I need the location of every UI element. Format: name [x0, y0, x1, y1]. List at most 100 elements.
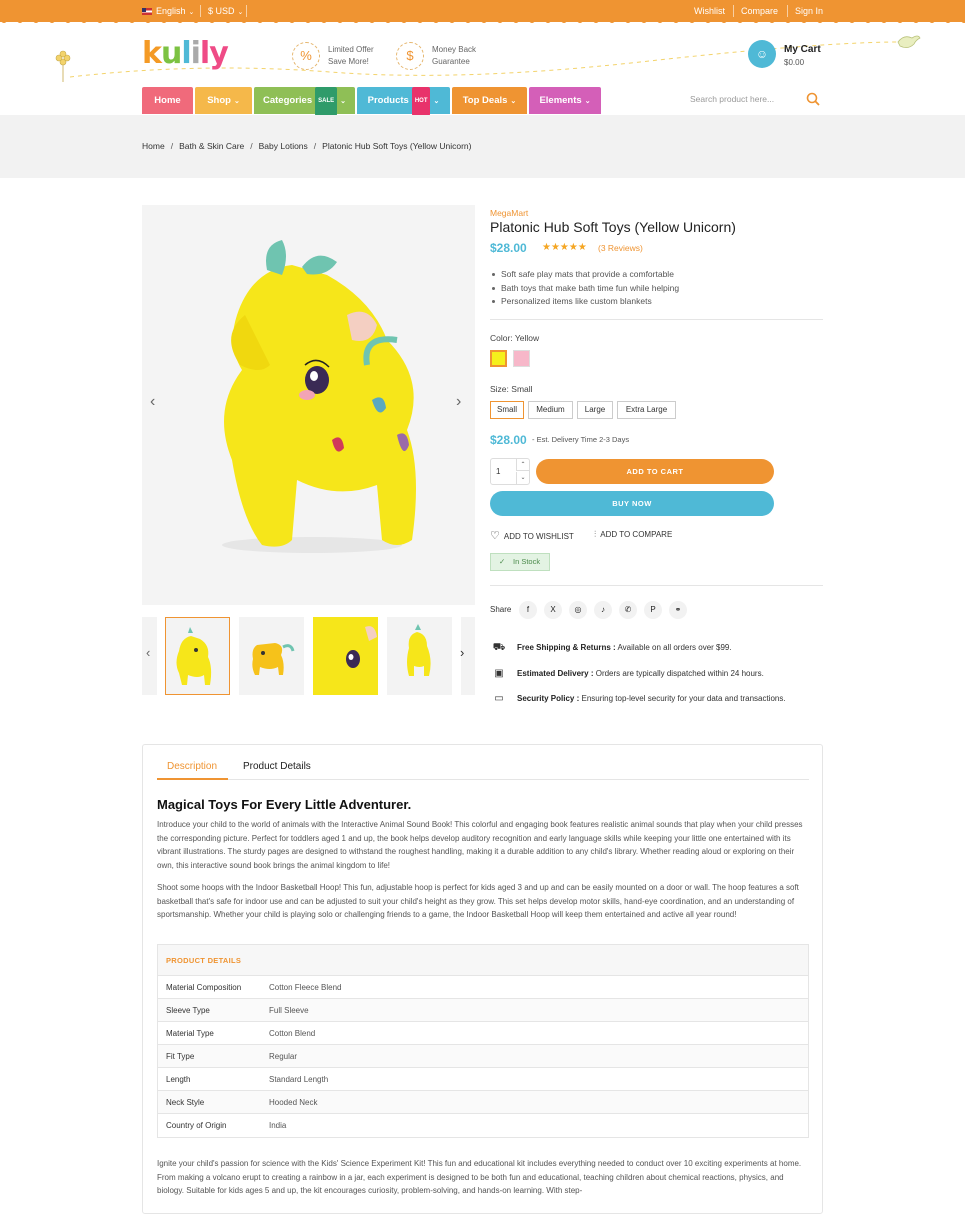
hot-badge: HOT [411, 87, 431, 116]
size-label: Size: Small [490, 384, 533, 394]
instagram-icon[interactable]: ◎ [569, 601, 587, 619]
nav-top-deals[interactable]: Top Deals ⌄ [452, 87, 527, 114]
selected-price: $28.00 [490, 433, 527, 447]
search-bar[interactable]: Search product here... [690, 92, 820, 108]
thumbnail-active[interactable] [165, 617, 230, 695]
product-title: Platonic Hub Soft Toys (Yellow Unicorn) [490, 219, 736, 235]
x-twitter-icon[interactable]: X [544, 601, 562, 619]
size-large[interactable]: Large [577, 401, 613, 419]
description-paragraph: Ignite your child's passion for science … [157, 1159, 802, 1196]
table-row: Fit Type Regular [158, 1045, 808, 1068]
copy-link-icon[interactable]: ⚭ [669, 601, 687, 619]
nav-home[interactable]: Home [142, 87, 193, 114]
breadcrumb-separator: / [250, 141, 253, 151]
size-extra-large[interactable]: Extra Large [617, 401, 676, 419]
product-brand[interactable]: MegaMart [490, 208, 528, 218]
thumbnail-prev-arrow[interactable]: ‹ [146, 645, 150, 660]
reviews-link[interactable]: (3 Reviews) [598, 243, 643, 253]
breadcrumb-separator: / [170, 141, 174, 151]
table-row: Sleeve Type Full Sleeve [158, 999, 808, 1022]
compare-link[interactable]: Compare [741, 6, 778, 16]
nav-elements[interactable]: Elements ⌄ [529, 87, 601, 114]
product-image-main[interactable]: ‹ › [142, 205, 475, 605]
divider [490, 319, 823, 320]
tab-product-details[interactable]: Product Details [243, 761, 311, 772]
divider [200, 5, 201, 17]
thumbnail[interactable] [313, 617, 378, 695]
sign-in-link[interactable]: Sign In [795, 6, 823, 16]
service-delivery: ▣ Estimated Delivery : Orders are typica… [490, 665, 825, 683]
thumbnail-next-arrow[interactable]: › [460, 645, 464, 660]
size-medium[interactable]: Medium [528, 401, 573, 419]
cart-title: My Cart [784, 44, 821, 55]
tab-description[interactable]: Description [167, 761, 217, 772]
size-small[interactable]: Small [490, 401, 524, 419]
cart-amount: $0.00 [784, 58, 805, 67]
breadcrumb-link[interactable]: Baby Lotions [259, 141, 308, 151]
quantity-stepper[interactable]: 1 ⌃ ⌄ [490, 458, 530, 485]
quantity-down-icon[interactable]: ⌄ [516, 472, 529, 484]
chevron-down-icon: ⌄ [433, 98, 440, 105]
breadcrumb: Home / Bath & Skin Care / Baby Lotions / Plato… [142, 141, 471, 151]
truck-icon: ⛟ [492, 642, 506, 653]
promo-line: Limited Offer [328, 45, 374, 54]
divider [733, 5, 734, 17]
quantity-value[interactable]: 1 [496, 467, 500, 476]
search-input[interactable]: Search product here... [690, 94, 774, 104]
add-to-compare-link[interactable]: ⫶ ADD TO COMPARE [594, 529, 672, 540]
chevron-down-icon: ⌄ [233, 98, 240, 105]
product-price: $28.00 [490, 241, 527, 255]
nav-products[interactable]: Products HOT ⌄ [357, 87, 450, 116]
description-paragraph: Shoot some hoops with the Indoor Basketb… [157, 883, 799, 920]
highlight-item: Personalized items like custom blankets [490, 295, 679, 309]
description-heading: Magical Toys For Every Little Adventurer… [157, 797, 412, 812]
site-logo[interactable]: kulily [142, 36, 229, 71]
active-tab-indicator [157, 778, 228, 780]
tiktok-icon[interactable]: ♪ [594, 601, 612, 619]
add-to-cart-button[interactable]: ADD TO CART [536, 459, 774, 484]
promo-line: Money Back [432, 45, 477, 54]
swatch-pink[interactable] [513, 350, 530, 367]
heart-icon: ♡ [490, 530, 500, 542]
table-row: Material Type Cotton Blend [158, 1022, 808, 1045]
color-label: Color: Yellow [490, 333, 540, 343]
table-row: Neck Style Hooded Neck [158, 1091, 808, 1114]
gallery-prev-arrow[interactable]: ‹ [150, 393, 155, 411]
service-shipping: ⛟ Free Shipping & Returns : Available on… [490, 639, 825, 657]
wishlist-link[interactable]: Wishlist [694, 6, 725, 16]
promo-line: Guarantee [432, 57, 470, 66]
add-to-wishlist-link[interactable]: ♡ ADD TO WISHLIST [490, 529, 574, 542]
divider [246, 5, 247, 17]
currency-selector[interactable]: $ USD ⌄ [208, 6, 243, 16]
details-table: PRODUCT DETAILS Material Composition Cott… [157, 944, 809, 1138]
thumbnail[interactable] [239, 617, 304, 695]
buy-now-button[interactable]: BUY NOW [490, 491, 774, 516]
search-icon[interactable] [806, 92, 820, 106]
whatsapp-icon[interactable]: ✆ [619, 601, 637, 619]
highlight-item: Bath toys that make bath time fun while … [490, 282, 679, 296]
quantity-up-icon[interactable]: ⌃ [516, 459, 529, 471]
money-bag-icon: $ [396, 42, 424, 70]
swatch-yellow[interactable] [490, 350, 507, 367]
thumbnail-image [407, 624, 431, 676]
gallery-next-arrow[interactable]: › [456, 393, 461, 411]
delivery-estimate: - Est. Delivery Time 2-3 Days [532, 435, 630, 444]
nav-categories[interactable]: Categories SALE ⌄ [254, 87, 355, 116]
product-highlights: Soft safe play mats that provide a comfo… [490, 268, 679, 309]
table-row: Length Standard Length [158, 1068, 808, 1091]
sale-badge: SALE [315, 87, 338, 116]
pinterest-icon[interactable]: P [644, 601, 662, 619]
check-icon: ✓ [499, 557, 506, 566]
promo-line: Save More! [328, 57, 369, 66]
thumbnail[interactable] [387, 617, 452, 695]
chevron-down-icon: ⌄ [340, 98, 346, 105]
description-paragraph: Introduce your child to the world of ani… [157, 820, 803, 870]
breadcrumb-home[interactable]: Home [142, 141, 165, 151]
breadcrumb-link[interactable]: Bath & Skin Care [179, 141, 244, 151]
language-selector[interactable]: English ⌄ [142, 6, 194, 16]
facebook-icon[interactable]: f [519, 601, 537, 619]
us-flag-icon [142, 8, 152, 15]
thumbnail-image [252, 643, 295, 675]
nav-shop[interactable]: Shop ⌄ [195, 87, 252, 114]
stock-badge: ✓ In Stock [490, 553, 550, 571]
